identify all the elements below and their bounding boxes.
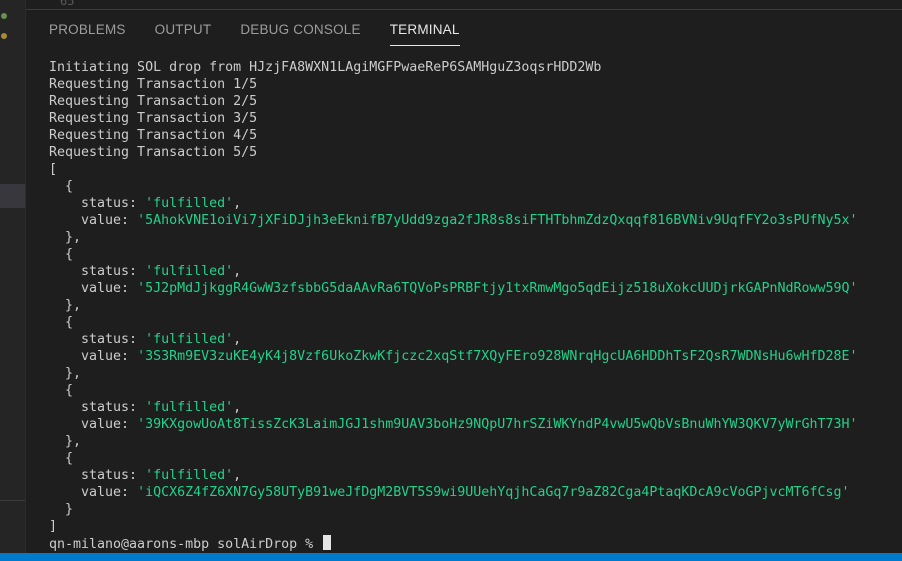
status-value: 'fulfilled' [145,264,234,279]
object-open: { [49,246,894,263]
object-open-brace: { [49,451,74,466]
value-key: value: [49,281,138,296]
status-value: 'fulfilled' [145,468,234,483]
comma: , [233,264,242,279]
object-open-brace: { [49,179,74,194]
object-close: }, [49,229,894,246]
object-open: { [49,450,894,467]
tab-output[interactable]: OUTPUT [155,22,212,46]
terminal-output[interactable]: Initiating SOL drop from HJzjFA8WXN1LAgi… [49,59,894,552]
comma: , [233,468,242,483]
status-key: status: [49,400,146,415]
editor-line-number: 65 [60,0,75,8]
object-close: }, [49,297,894,314]
panel-tabs: PROBLEMS OUTPUT DEBUG CONSOLE TERMINAL [49,22,489,46]
comma: , [233,332,242,347]
terminal-line-text: Requesting Transaction 3/5 [49,111,258,126]
prompt-line: qn-milano@aarons-mbp solAirDrop % [49,535,894,552]
terminal-line: Requesting Transaction 1/5 [49,76,894,93]
value-key: value: [49,417,138,432]
status-line: status: 'fulfilled', [49,467,894,484]
terminal-cursor [323,535,332,550]
sidebar-strip [0,0,26,553]
object-close-brace: }, [49,366,82,381]
status-key: status: [49,264,146,279]
array-open: [ [49,161,894,178]
value-signature: '3S3Rm9EV3zuKE4yK4j8Vzf6UkoZkwKfjczc2xqS… [137,349,858,364]
value-line: value: '5J2pMdJjkggR4GwW3zfsbbG5daAAvRa6… [49,280,894,297]
comma: , [233,400,242,415]
value-signature: 'iQCX6Z4fZ6XN7Gy58UTyB91weJfDgM2BVT5S9wi… [137,485,850,500]
array-close-bracket: ] [49,519,58,534]
value-key: value: [49,349,138,364]
sidebar-selected-item[interactable] [0,184,25,208]
tab-problems[interactable]: PROBLEMS [49,22,126,46]
shell-prompt: qn-milano@aarons-mbp solAirDrop % [49,537,322,552]
terminal-line-text: Requesting Transaction 5/5 [49,145,258,160]
array-open-bracket: [ [49,162,58,177]
object-open: { [49,314,894,331]
value-line: value: 'iQCX6Z4fZ6XN7Gy58UTyB91weJfDgM2B… [49,484,894,501]
terminal-line: Requesting Transaction 4/5 [49,127,894,144]
value-signature: '5J2pMdJjkggR4GwW3zfsbbG5daAAvRa6TQVoPsP… [137,281,858,296]
status-value: 'fulfilled' [145,196,234,211]
status-value: 'fulfilled' [145,332,234,347]
status-bar [0,553,902,561]
object-close: }, [49,365,894,382]
terminal-line-text: Initiating SOL drop from HJzjFA8WXN1LAgi… [49,60,602,75]
status-line: status: 'fulfilled', [49,399,894,416]
modified-dot [1,33,7,39]
value-line: value: '39KXgowUoAt8TissZcK3LaimJGJ1shm9… [49,416,894,433]
array-close: ] [49,518,894,535]
object-open-brace: { [49,315,74,330]
terminal-line-text: Requesting Transaction 2/5 [49,94,258,109]
object-close-brace: }, [49,434,82,449]
status-line: status: 'fulfilled', [49,263,894,280]
value-key: value: [49,213,138,228]
terminal-line: Requesting Transaction 5/5 [49,144,894,161]
status-key: status: [49,468,146,483]
value-line: value: '5AhokVNE1oiVi7jXFiDJjh3eEknifB7y… [49,212,894,229]
status-key: status: [49,196,146,211]
value-key: value: [49,485,138,500]
terminal-line-text: Requesting Transaction 4/5 [49,128,258,143]
object-open: { [49,382,894,399]
status-line: status: 'fulfilled', [49,195,894,212]
object-open-brace: { [49,383,74,398]
terminal-line: Requesting Transaction 2/5 [49,93,894,110]
value-line: value: '3S3Rm9EV3zuKE4yK4j8Vzf6UkoZkwKfj… [49,348,894,365]
status-value: 'fulfilled' [145,400,234,415]
object-close: } [49,501,894,518]
value-signature: '39KXgowUoAt8TissZcK3LaimJGJ1shm9UAV3boH… [137,417,858,432]
status-key: status: [49,332,146,347]
editor-area-peek: 65 [26,0,902,10]
terminal-line: Requesting Transaction 3/5 [49,110,894,127]
object-close-brace: }, [49,230,82,245]
comma: , [233,196,242,211]
sidebar-divider [0,500,25,501]
tab-debug-console[interactable]: DEBUG CONSOLE [240,22,360,46]
object-close: }, [49,433,894,450]
tab-terminal[interactable]: TERMINAL [389,22,460,46]
vscode-window: 65 PROBLEMS OUTPUT DEBUG CONSOLE TERMINA… [0,0,902,561]
object-close-brace: } [49,502,74,517]
bottom-panel: PROBLEMS OUTPUT DEBUG CONSOLE TERMINAL I… [26,10,902,553]
object-open: { [49,178,894,195]
terminal-line-text: Requesting Transaction 1/5 [49,77,258,92]
git-status-dot [1,13,7,19]
object-open-brace: { [49,247,74,262]
value-signature: '5AhokVNE1oiVi7jXFiDJjh3eEknifB7yUdd9zga… [137,213,858,228]
object-close-brace: }, [49,298,82,313]
status-line: status: 'fulfilled', [49,331,894,348]
terminal-line: Initiating SOL drop from HJzjFA8WXN1LAgi… [49,59,894,76]
